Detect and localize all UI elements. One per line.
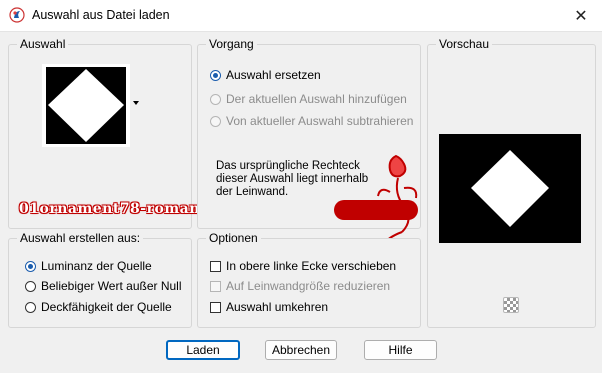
radio-label: Der aktuellen Auswahl hinzufügen xyxy=(226,92,407,106)
checkbox-crop-to-canvas[interactable]: Auf Leinwandgröße reduzieren xyxy=(210,279,390,293)
radio-any-non-zero[interactable]: Beliebiger Wert außer Null xyxy=(25,279,182,293)
checkbox-indicator xyxy=(210,260,221,272)
radio-indicator xyxy=(210,93,221,105)
radio-add-selection[interactable]: Der aktuellen Auswahl hinzufügen xyxy=(210,92,407,106)
radio-indicator xyxy=(25,301,36,313)
checkbox-invert-selection[interactable]: Auswahl umkehren xyxy=(210,300,328,314)
title-bar: Auswahl aus Datei laden ✕ xyxy=(0,0,602,32)
group-erstellen-label: Auswahl erstellen aus: xyxy=(17,231,144,245)
group-vorschau-label: Vorschau xyxy=(436,37,493,51)
checkbox-label: Auswahl umkehren xyxy=(226,300,329,314)
selection-thumbnail[interactable] xyxy=(42,64,130,147)
radio-indicator xyxy=(210,69,221,81)
checkbox-label: In obere linke Ecke verschieben xyxy=(226,259,397,273)
radio-label: Deckfähigkeit der Quelle xyxy=(41,300,172,314)
radio-label: Luminanz der Quelle xyxy=(41,259,152,273)
radio-replace-selection[interactable]: Auswahl ersetzen xyxy=(210,68,321,82)
radio-label: Auswahl ersetzen xyxy=(226,68,321,82)
group-optionen-label: Optionen xyxy=(206,231,261,245)
checkbox-indicator xyxy=(210,301,221,313)
thumbnail-dropdown-icon[interactable] xyxy=(133,101,139,105)
radio-label: Beliebiger Wert außer Null xyxy=(41,279,182,293)
radio-indicator xyxy=(25,280,36,292)
checkbox-move-top-left[interactable]: In obere linke Ecke verschieben xyxy=(210,259,396,273)
radio-subtract-selection[interactable]: Von aktueller Auswahl subtrahieren xyxy=(210,114,413,128)
cancel-button[interactable]: Abbrechen xyxy=(265,340,337,360)
app-icon xyxy=(9,7,25,23)
transparency-toggle-icon[interactable] xyxy=(503,297,519,313)
radio-luminance[interactable]: Luminanz der Quelle xyxy=(25,259,152,273)
radio-label: Von aktueller Auswahl subtrahieren xyxy=(226,114,414,128)
checkbox-label: Auf Leinwandgröße reduzieren xyxy=(226,279,391,293)
group-auswahl-label: Auswahl xyxy=(17,37,69,51)
close-icon: ✕ xyxy=(574,8,588,25)
checkbox-indicator xyxy=(210,280,221,292)
close-button[interactable]: ✕ xyxy=(566,4,596,28)
window-title: Auswahl aus Datei laden xyxy=(32,8,170,22)
radio-indicator xyxy=(210,115,221,127)
group-vorgang-label: Vorgang xyxy=(206,37,257,51)
help-button[interactable]: Hilfe xyxy=(364,340,437,360)
watermark-text: 01ornament78-romana1 xyxy=(19,201,220,217)
radio-opacity[interactable]: Deckfähigkeit der Quelle xyxy=(25,300,172,314)
preview-canvas xyxy=(439,134,581,243)
radio-indicator xyxy=(25,260,36,272)
load-button[interactable]: Laden xyxy=(166,340,240,360)
